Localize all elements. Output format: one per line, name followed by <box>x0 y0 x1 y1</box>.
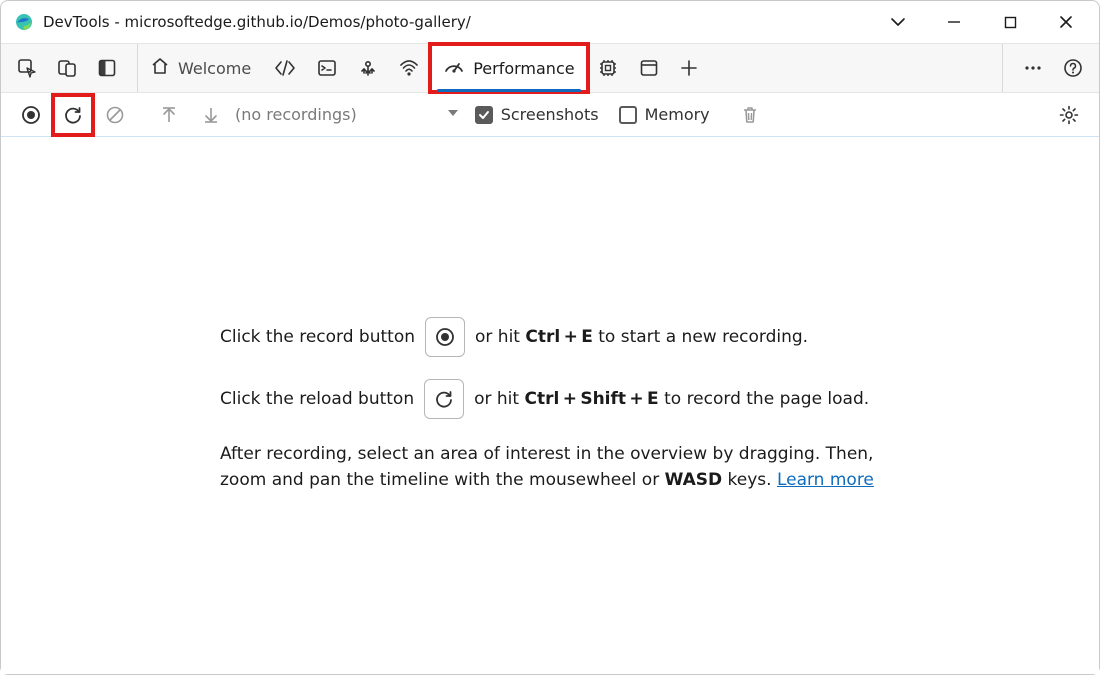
tab-performance[interactable]: Performance <box>430 44 587 92</box>
close-button[interactable] <box>1043 3 1089 41</box>
right-controls <box>1002 44 1093 92</box>
wasd-label: WASD <box>665 470 723 490</box>
clear-button[interactable] <box>95 95 135 135</box>
more-icon[interactable] <box>1013 48 1053 88</box>
dock-icon[interactable] <box>87 48 127 88</box>
inspect-group <box>7 44 138 92</box>
inspect-icon[interactable] <box>7 48 47 88</box>
tab-sources[interactable] <box>348 44 389 92</box>
home-icon <box>150 56 170 80</box>
tabs: Welcome <box>138 44 1002 92</box>
hint-line1-a: Click the record button <box>220 324 415 350</box>
learn-more-link[interactable]: Learn more <box>777 470 874 490</box>
screenshots-label: Screenshots <box>501 105 599 124</box>
dropdown-caret-icon[interactable] <box>447 107 459 123</box>
tab-add[interactable] <box>670 44 709 92</box>
reload-record-button[interactable] <box>53 95 93 135</box>
tab-elements[interactable] <box>264 44 307 92</box>
hint-line1-c: to start a new recording. <box>598 327 808 347</box>
maximize-button[interactable] <box>987 3 1033 41</box>
tab-network[interactable] <box>389 44 430 92</box>
checkbox-unchecked-icon <box>619 106 637 124</box>
device-toggle-icon[interactable] <box>47 48 87 88</box>
devtools-tabstrip: Welcome <box>1 43 1099 93</box>
shortcut-reload: Ctrl + Shift + E <box>524 389 658 409</box>
devtools-window: DevTools - microsoftedge.github.io/Demos… <box>0 0 1100 675</box>
save-profile-button[interactable] <box>191 95 231 135</box>
minimize-button[interactable] <box>931 3 977 41</box>
tab-memory[interactable] <box>588 44 629 92</box>
memory-label: Memory <box>645 105 710 124</box>
hint-line2-c: to record the page load. <box>664 389 869 409</box>
settings-gear-icon[interactable] <box>1049 95 1089 135</box>
shortcut-record: Ctrl + E <box>525 327 592 347</box>
performance-icon <box>443 56 465 80</box>
collect-garbage-button[interactable] <box>730 95 770 135</box>
tab-application[interactable] <box>629 44 670 92</box>
memory-checkbox[interactable]: Memory <box>619 105 710 124</box>
tab-console[interactable] <box>307 44 348 92</box>
record-button-inline[interactable] <box>425 317 465 357</box>
screenshots-checkbox[interactable]: Screenshots <box>475 105 599 124</box>
record-button[interactable] <box>11 95 51 135</box>
reload-button-inline[interactable] <box>424 379 464 419</box>
tab-welcome-label: Welcome <box>178 59 251 78</box>
help-icon[interactable] <box>1053 48 1093 88</box>
checkbox-checked-icon <box>475 106 493 124</box>
performance-content: Click the record button or hit Ctrl + E … <box>1 137 1099 674</box>
titlebar: DevTools - microsoftedge.github.io/Demos… <box>1 1 1099 43</box>
tab-performance-label: Performance <box>473 59 574 78</box>
tab-welcome[interactable]: Welcome <box>138 44 264 92</box>
hint-line1-b: or hit <box>475 327 520 347</box>
edge-icon <box>15 13 33 31</box>
hint-line2-b: or hit <box>474 389 519 409</box>
load-profile-button[interactable] <box>149 95 189 135</box>
performance-toolbar: (no recordings) Screenshots Memory <box>1 93 1099 137</box>
hint-line2-a: Click the reload button <box>220 386 414 412</box>
hint-text: Click the record button or hit Ctrl + E … <box>200 317 900 494</box>
window-title: DevTools - microsoftedge.github.io/Demos… <box>43 13 471 31</box>
recordings-placeholder: (no recordings) <box>235 105 357 124</box>
hint-line3-b: keys. <box>722 470 777 490</box>
chevron-down-icon[interactable] <box>875 3 921 41</box>
